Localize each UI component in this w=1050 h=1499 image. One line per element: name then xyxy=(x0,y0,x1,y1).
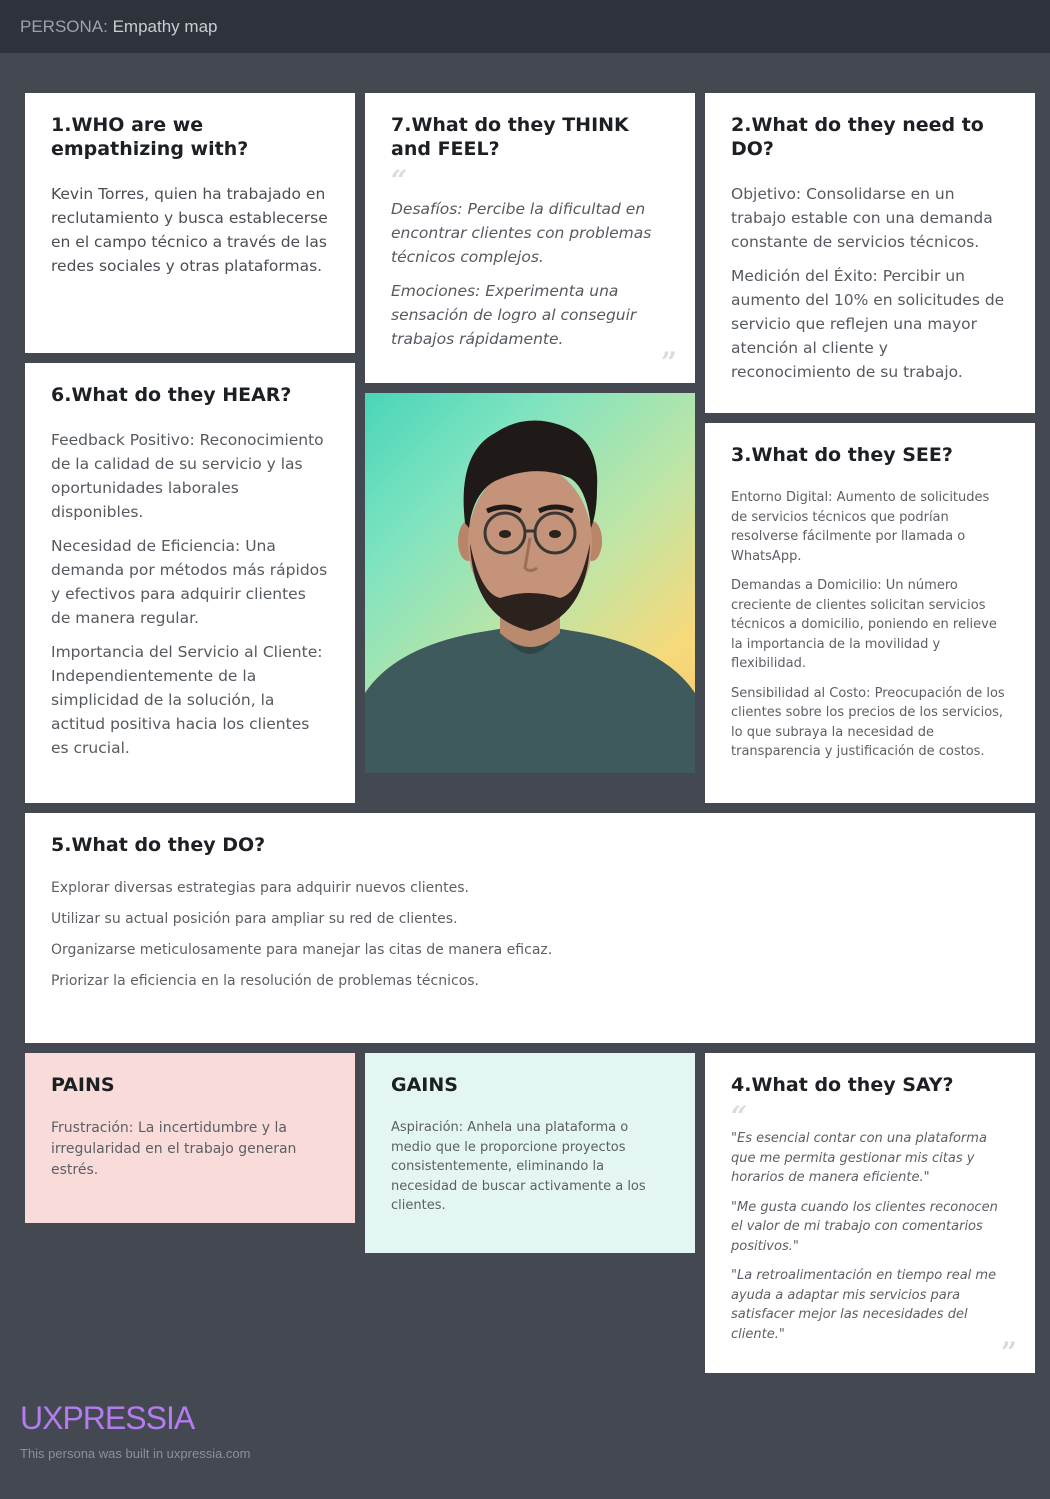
say-item: "La retroalimentación en tiempo real me … xyxy=(731,1268,997,1342)
think-feel-title: 7.What do they THINK and FEEL? xyxy=(391,114,629,160)
do-item: Explorar diversas estrategias para adqui… xyxy=(51,880,469,896)
uxpressia-logo[interactable]: UXPRESSIA xyxy=(20,1400,195,1437)
header-bar: PERSONA: Empathy map xyxy=(0,0,1050,53)
say-item: "Es esencial contar con una plataforma q… xyxy=(731,1131,987,1185)
need-do-item: Medición del Éxito: Percibir un aumento … xyxy=(731,267,1005,381)
hear-card: 6.What do they HEAR? Feedback Positivo: … xyxy=(25,363,355,803)
who-text: Kevin Torres, quien ha trabajado en recl… xyxy=(51,185,328,275)
footer-note: This persona was built in uxpressia.com xyxy=(20,1446,251,1461)
hear-item: Feedback Positivo: Reconocimiento de la … xyxy=(51,431,324,521)
quote-close-icon: ” xyxy=(660,346,677,379)
need-do-title: 2.What do they need to DO? xyxy=(731,114,984,160)
do-card: 5.What do they DO? Explorar diversas est… xyxy=(25,813,1035,1043)
think-feel-item: Desafíos: Percibe la dificultad en encon… xyxy=(391,200,652,266)
do-title: 5.What do they DO? xyxy=(51,834,266,856)
persona-portrait-illustration xyxy=(365,420,695,773)
say-title: 4.What do they SAY? xyxy=(731,1074,954,1096)
page-title: Empathy map xyxy=(112,17,218,36)
think-feel-card: 7.What do they THINK and FEEL? “ Desafío… xyxy=(365,93,695,383)
need-do-card: 2.What do they need to DO? Objetivo: Con… xyxy=(705,93,1035,413)
pains-text: Frustración: La incertidumbre y la irreg… xyxy=(51,1120,297,1178)
gains-text: Aspiración: Anhela una plataforma o medi… xyxy=(391,1120,646,1213)
persona-photo xyxy=(365,393,695,773)
pains-card: PAINS Frustración: La incertidumbre y la… xyxy=(25,1053,355,1223)
hear-title: 6.What do they HEAR? xyxy=(51,384,292,406)
gains-card: GAINS Aspiración: Anhela una plataforma … xyxy=(365,1053,695,1253)
see-card: 3.What do they SEE? Entorno Digital: Aum… xyxy=(705,423,1035,803)
see-item: Entorno Digital: Aumento de solicitudes … xyxy=(731,490,990,564)
pains-title: PAINS xyxy=(51,1074,115,1096)
think-feel-item: Emociones: Experimenta una sensación de … xyxy=(391,282,637,348)
do-item: Priorizar la eficiencia en la resolución… xyxy=(51,973,480,989)
need-do-item: Objetivo: Consolidarse en un trabajo est… xyxy=(731,185,993,251)
quote-close-icon: ” xyxy=(1000,1336,1017,1369)
who-title: 1.WHO are we empathizing with? xyxy=(51,114,249,160)
do-item: Utilizar su actual posición para ampliar… xyxy=(51,911,458,927)
see-item: Sensibilidad al Costo: Preocupación de l… xyxy=(731,685,1005,760)
do-item: Organizarse meticulosamente para manejar… xyxy=(51,942,553,958)
say-item: "Me gusta cuando los clientes reconocen … xyxy=(731,1199,998,1254)
see-item: Demandas a Domicilio: Un número crecient… xyxy=(731,578,997,671)
hear-item: Necesidad de Eficiencia: Una demanda por… xyxy=(51,537,328,627)
persona-label: PERSONA: xyxy=(20,17,108,36)
quote-open-icon: “ xyxy=(391,164,408,197)
say-card: 4.What do they SAY? “ "Es esencial conta… xyxy=(705,1053,1035,1373)
see-title: 3.What do they SEE? xyxy=(731,444,953,466)
who-card: 1.WHO are we empathizing with? Kevin Tor… xyxy=(25,93,355,353)
gains-title: GAINS xyxy=(391,1074,458,1096)
hear-item: Importancia del Servicio al Cliente: Ind… xyxy=(51,643,323,757)
quote-open-icon: “ xyxy=(731,1100,748,1133)
